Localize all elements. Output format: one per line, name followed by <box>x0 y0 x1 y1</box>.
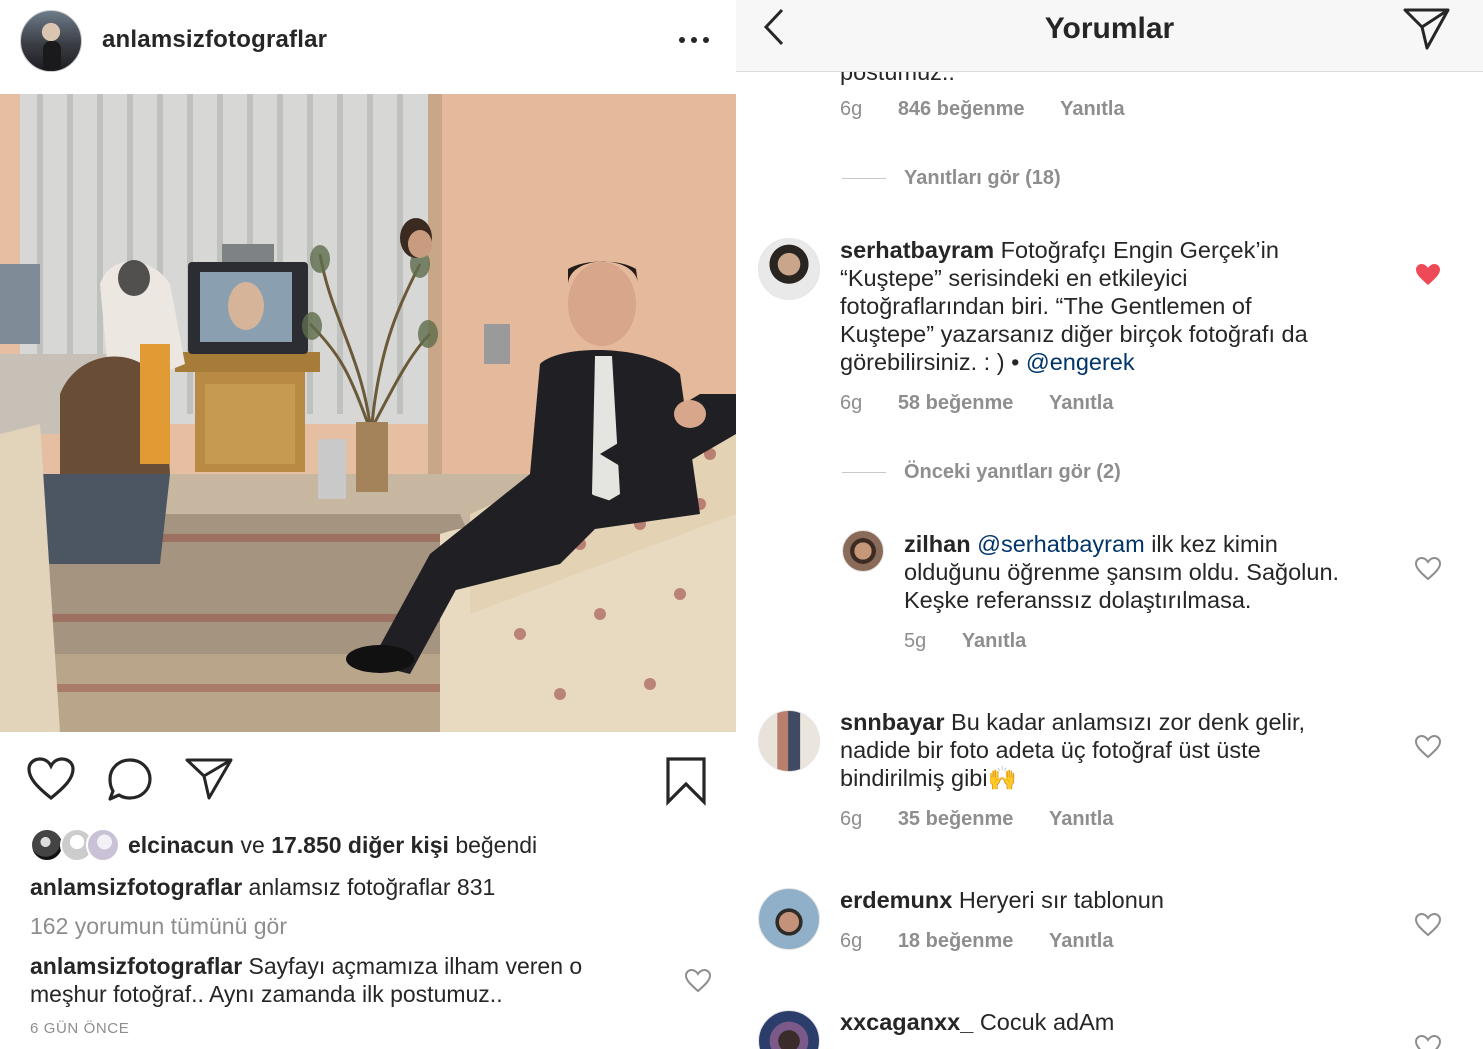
caption-username[interactable]: anlamsizfotograflar <box>30 874 242 900</box>
reply-button[interactable]: Yanıtla <box>1049 930 1113 952</box>
comments-panel: Yorumlar postumuz.. 6g 846 beğenme Yanıt… <box>736 0 1483 1049</box>
comment-body-serhatbayram: serhatbayram Fotoğrafçı Engin Gerçek’in … <box>840 236 1400 376</box>
reply-button[interactable]: Yanıtla <box>1049 392 1113 414</box>
comment-heart-icon[interactable] <box>1414 1034 1442 1049</box>
post-timestamp: 6 GÜN ÖNCE <box>30 1020 130 1037</box>
comment-text-line: nadide bir foto adeta üç fotoğraf üst üs… <box>840 737 1261 763</box>
comment-username[interactable]: erdemunx <box>840 887 952 913</box>
post-panel: anlamsizfotograflar elcinacun ve 17.850 … <box>0 0 736 1049</box>
comment-text-line: olduğunu öğrenme şansım oldu. Sağolun. <box>904 559 1340 585</box>
reply-button[interactable]: Yanıtla <box>962 630 1026 652</box>
comment-body-erdemunx: erdemunx Heryeri sır tablonun <box>840 886 1400 914</box>
commenter-avatar[interactable] <box>758 888 820 950</box>
comment-body-xxcaganxx: xxcaganxx_ Cocuk adAm <box>840 1008 1400 1036</box>
comment-username[interactable]: xxcaganxx_ <box>840 1009 973 1035</box>
view-previous-replies-link[interactable]: Önceki yanıtları gör (2) <box>904 461 1121 484</box>
comment-text-line: görebilirsiniz. : ) • <box>840 349 1020 375</box>
comment-meta: 6g 58 beğenme Yanıtla <box>840 392 1143 415</box>
post-header: anlamsizfotograflar <box>0 0 736 94</box>
comment-meta: 5g Yanıtla <box>904 630 1056 653</box>
likes-suffix: beğendi <box>455 832 538 858</box>
view-all-comments-link[interactable]: 162 yorumun tümünü gör <box>30 913 287 940</box>
comment-text-line: Cocuk adAm <box>979 1009 1115 1035</box>
comment-time: 5g <box>904 630 927 652</box>
likes-text: elcinacun ve 17.850 diğer kişi beğendi <box>128 832 537 859</box>
comment-text-line: Kuştepe” yazarsanız diğer birçok fotoğra… <box>840 321 1308 347</box>
comment-username[interactable]: zilhan <box>904 531 971 557</box>
replies-divider <box>842 178 886 179</box>
caption-text: anlamsız fotoğraflar 831 <box>248 874 496 900</box>
post-photo[interactable] <box>0 94 736 732</box>
comments-list: postumuz.. 6g 846 beğenme Yanıtla Yanıtl… <box>736 0 1483 1049</box>
liker-avatar-3 <box>86 828 120 862</box>
comment-body-snnbayar: snnbayar Bu kadar anlamsızı zor denk gel… <box>840 708 1400 792</box>
preview-comment-text2: meşhur fotoğraf.. Aynı zamanda ilk postu… <box>30 981 503 1007</box>
comment-text-line: Heryeri sır tablonun <box>958 887 1164 913</box>
comment-time: 6g <box>840 808 863 830</box>
preview-comment-username[interactable]: anlamsizfotograflar <box>30 953 242 979</box>
comment-heart-icon[interactable] <box>1414 912 1442 938</box>
comment-meta: 6g 18 beğenme Yanıtla <box>840 930 1143 953</box>
room-scene-image <box>0 94 736 732</box>
comment-text-line: Fotoğrafçı Engin Gerçek’in <box>1000 237 1279 263</box>
post-action-bar <box>0 750 736 810</box>
comment-text-line: Keşke referanssız dolaştırılmasa. <box>904 587 1252 613</box>
comment-mention[interactable]: @serhatbayram <box>977 531 1145 557</box>
comment-heart-icon[interactable] <box>1414 556 1442 582</box>
comment-time: 6g <box>840 392 863 414</box>
bookmark-save-icon[interactable] <box>664 756 708 806</box>
post-caption: anlamsizfotograflar anlamsız fotoğraflar… <box>30 874 495 901</box>
commenter-avatar[interactable] <box>842 530 884 572</box>
preview-comment-heart-icon[interactable] <box>684 968 712 994</box>
comment-time: 6g <box>840 98 863 120</box>
comment-likes[interactable]: 846 beğenme <box>898 98 1025 120</box>
commenter-avatar[interactable] <box>758 238 820 300</box>
comment-text-line: ilk kez kimin <box>1151 531 1278 557</box>
post-author-username[interactable]: anlamsizfotograflar <box>102 26 327 54</box>
comment-likes[interactable]: 35 beğenme <box>898 808 1014 830</box>
comment-text-line: fotoğraflarından biri. “The Gentlemen of <box>840 293 1252 319</box>
like-heart-icon[interactable] <box>26 756 76 802</box>
share-send-icon[interactable] <box>184 756 234 802</box>
comments-top-bar: Yorumlar <box>736 0 1483 72</box>
commenter-avatar[interactable] <box>758 1010 820 1049</box>
direct-send-icon[interactable] <box>1402 4 1452 52</box>
comment-bubble-icon[interactable] <box>106 756 154 804</box>
liker-avatar-1 <box>30 828 64 862</box>
commenter-avatar[interactable] <box>758 710 820 772</box>
preview-comment-text1: Sayfayı açmamıza ilham veren o <box>248 953 583 979</box>
comment-likes[interactable]: 58 beğenme <box>898 392 1014 414</box>
comment-text-line: Bu kadar anlamsızı zor denk gelir, <box>951 709 1306 735</box>
comment-body-zilhan: zilhan @serhatbayram ilk kez kimin olduğ… <box>904 530 1404 614</box>
reply-button[interactable]: Yanıtla <box>1060 98 1124 120</box>
liked-heart-icon[interactable] <box>1414 262 1442 288</box>
preview-comment-line1: anlamsizfotograflar Sayfayı açmamıza ilh… <box>30 953 582 980</box>
partial-comment-meta: 6g 846 beğenme Yanıtla <box>840 98 1155 121</box>
likes-conjunction: ve <box>240 832 265 858</box>
comment-username[interactable]: serhatbayram <box>840 237 994 263</box>
comment-heart-icon[interactable] <box>1414 734 1442 760</box>
comment-likes[interactable]: 18 beğenme <box>898 930 1014 952</box>
comment-mention[interactable]: @engerek <box>1026 349 1135 375</box>
view-replies-link[interactable]: Yanıtları gör (18) <box>904 167 1061 190</box>
replies-divider <box>842 472 886 473</box>
comment-text-line: bindirilmiş gibi <box>840 765 988 791</box>
comment-time: 6g <box>840 930 863 952</box>
post-author-avatar[interactable] <box>20 10 82 72</box>
reply-button[interactable]: Yanıtla <box>1049 808 1113 830</box>
raised-hands-emoji: 🙌 <box>987 765 1017 791</box>
comments-title: Yorumlar <box>1044 12 1175 45</box>
likes-others-count[interactable]: 17.850 diğer kişi <box>271 832 449 858</box>
comment-username[interactable]: snnbayar <box>840 709 945 735</box>
more-options-icon[interactable] <box>676 28 712 52</box>
comment-meta: 6g 35 beğenme Yanıtla <box>840 808 1143 831</box>
first-liker-username[interactable]: elcinacun <box>128 832 234 858</box>
comment-text-line: “Kuştepe” serisindeki en etkileyici <box>840 265 1188 291</box>
